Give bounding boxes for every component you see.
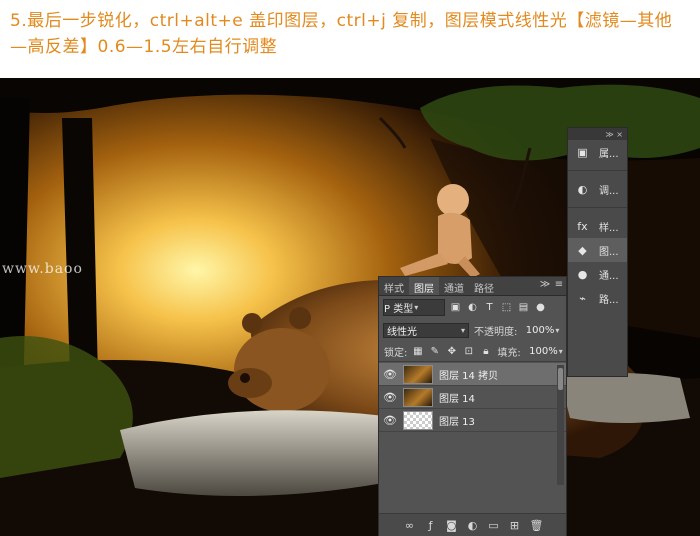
visibility-eye-icon[interactable]: 👁︎ [383, 391, 397, 404]
caption-area: 5.最后一步锐化，ctrl+alt+e 盖印图层，ctrl+j 复制，图层模式线… [0, 0, 700, 78]
layer-row[interactable]: 👁︎ 图层 14 拷贝 [379, 363, 566, 386]
layer-name: 图层 14 拷贝 [439, 370, 499, 382]
blend-row: 线性光 ▾ 不透明度: 100% ▾ [379, 320, 566, 340]
lock-label: 锁定: [384, 347, 408, 359]
dock-controls[interactable]: ≫ × [605, 130, 623, 139]
opacity-label: 不透明度: [474, 326, 518, 338]
layer-thumbnail [403, 387, 433, 407]
dock-item-label: 调... [599, 185, 619, 197]
layer-thumbnail [403, 364, 433, 384]
panel-tab-bar: 样式 图层 通道 路径 ≫ ≡ [379, 277, 566, 296]
lock-artboard-icon[interactable]: ⊡ [462, 345, 475, 358]
fill-label: 填充: [497, 347, 521, 359]
new-layer-icon[interactable]: ⊞ [509, 519, 521, 532]
channels-icon: ● [577, 267, 588, 281]
lock-row: 锁定: ▦ ✎ ✥ ⊡ 🔒︎ 填充: 100% ▾ [379, 341, 566, 362]
chevron-down-icon: ▾ [460, 325, 465, 335]
dock-item-layers[interactable]: ◆ 图... [568, 238, 627, 262]
scroll-thumb[interactable] [558, 368, 563, 390]
watermark: www.baoo [2, 261, 83, 277]
dock-item-label: 通... [599, 270, 619, 282]
image-filter-icon[interactable]: ▣ [449, 301, 462, 314]
chevron-down-icon: ▾ [414, 302, 419, 312]
layer-list-scrollbar[interactable] [557, 365, 564, 485]
filter-toggle-icon[interactable]: ● [534, 301, 547, 314]
dock-divider [568, 164, 627, 171]
artwork-canvas: www.baoo ≫ × ▣ 属... ◐ 调... fx 样... ◆ 图..… [0, 78, 700, 536]
tab-paths[interactable]: 路径 [469, 277, 499, 295]
panel-footer: ∞ ƒ ◙ ◐ ▭ ⊞ 🗑︎ [379, 513, 566, 536]
fx-icon[interactable]: ƒ [425, 519, 437, 532]
folder-icon[interactable]: ▭ [488, 519, 500, 532]
layers-icon: ◆ [578, 243, 587, 257]
visibility-eye-icon[interactable]: 👁︎ [383, 368, 397, 381]
properties-icon: ▣ [577, 145, 588, 159]
dock-item-paths[interactable]: ⌁ 路... [568, 286, 627, 310]
lock-pixels-icon[interactable]: ✎ [428, 345, 441, 358]
layers-panel: 样式 图层 通道 路径 ≫ ≡ P 类型 ▾ ▣ ◐ T ⬚ ▤ ● 线性光 ▾ [378, 276, 567, 536]
panel-menu-icon[interactable]: ≡ [552, 277, 566, 295]
collapse-icon[interactable]: ≫ [538, 277, 552, 295]
trash-icon[interactable]: 🗑︎ [530, 519, 544, 532]
adjustment-icon[interactable]: ◐ [467, 519, 479, 532]
styles-icon: fx [577, 219, 588, 233]
adjustment-filter-icon[interactable]: ◐ [466, 301, 479, 314]
lock-all-icon[interactable]: 🔒︎ [479, 345, 492, 358]
caption-text: 5.最后一步锐化，ctrl+alt+e 盖印图层，ctrl+j 复制，图层模式线… [10, 11, 673, 57]
adjustments-icon: ◐ [577, 182, 588, 196]
dock-item-adjustments[interactable]: ◐ 调... [568, 177, 627, 201]
dock-item-label: 图... [599, 246, 619, 258]
chevron-down-icon[interactable]: ▾ [559, 347, 563, 356]
layer-filter-row: P 类型 ▾ ▣ ◐ T ⬚ ▤ ● [379, 296, 566, 318]
visibility-eye-icon[interactable]: 👁︎ [383, 414, 397, 427]
dock-item-label: 属... [599, 148, 619, 160]
opacity-input[interactable]: 100% [520, 323, 555, 337]
filter-kind-select[interactable]: P 类型 ▾ [383, 298, 445, 316]
chevron-down-icon[interactable]: ▾ [555, 326, 559, 335]
type-filter-icon[interactable]: T [483, 301, 496, 314]
layer-name: 图层 14 [439, 393, 475, 405]
dock-item-properties[interactable]: ▣ 属... [568, 140, 627, 164]
dock-item-label: 样... [599, 222, 619, 234]
tab-layers[interactable]: 图层 [409, 277, 439, 295]
panel-dock: ≫ × ▣ 属... ◐ 调... fx 样... ◆ 图... ● 通... … [567, 127, 628, 377]
paths-icon: ⌁ [579, 291, 586, 305]
dock-header[interactable]: ≫ × [568, 128, 627, 140]
layer-thumbnail [403, 410, 433, 430]
layer-row[interactable]: 👁︎ 图层 14 [379, 386, 566, 409]
blend-mode-value: 线性光 [387, 326, 417, 338]
tab-spacer [499, 277, 538, 295]
link-icon[interactable]: ∞ [404, 519, 416, 532]
smart-object-filter-icon[interactable]: ▤ [517, 301, 530, 314]
dock-item-styles[interactable]: fx 样... [568, 214, 627, 238]
lock-position-icon[interactable]: ✥ [445, 345, 458, 358]
dock-item-label: 路... [599, 294, 619, 306]
shape-filter-icon[interactable]: ⬚ [500, 301, 513, 314]
dock-item-channels[interactable]: ● 通... [568, 262, 627, 286]
layer-list: 👁︎ 图层 14 拷贝 👁︎ 图层 14 👁︎ 图层 13 [379, 363, 566, 432]
dock-divider [568, 201, 627, 208]
blend-mode-select[interactable]: 线性光 ▾ [383, 322, 469, 338]
tab-styles[interactable]: 样式 [379, 277, 409, 295]
layer-name: 图层 13 [439, 416, 475, 428]
fill-input[interactable]: 100% [524, 344, 558, 358]
lock-transparency-icon[interactable]: ▦ [411, 345, 424, 358]
mask-icon[interactable]: ◙ [446, 519, 458, 532]
tab-channels[interactable]: 通道 [439, 277, 469, 295]
filter-kind-label: P 类型 [384, 303, 414, 315]
layer-row[interactable]: 👁︎ 图层 13 [379, 409, 566, 432]
